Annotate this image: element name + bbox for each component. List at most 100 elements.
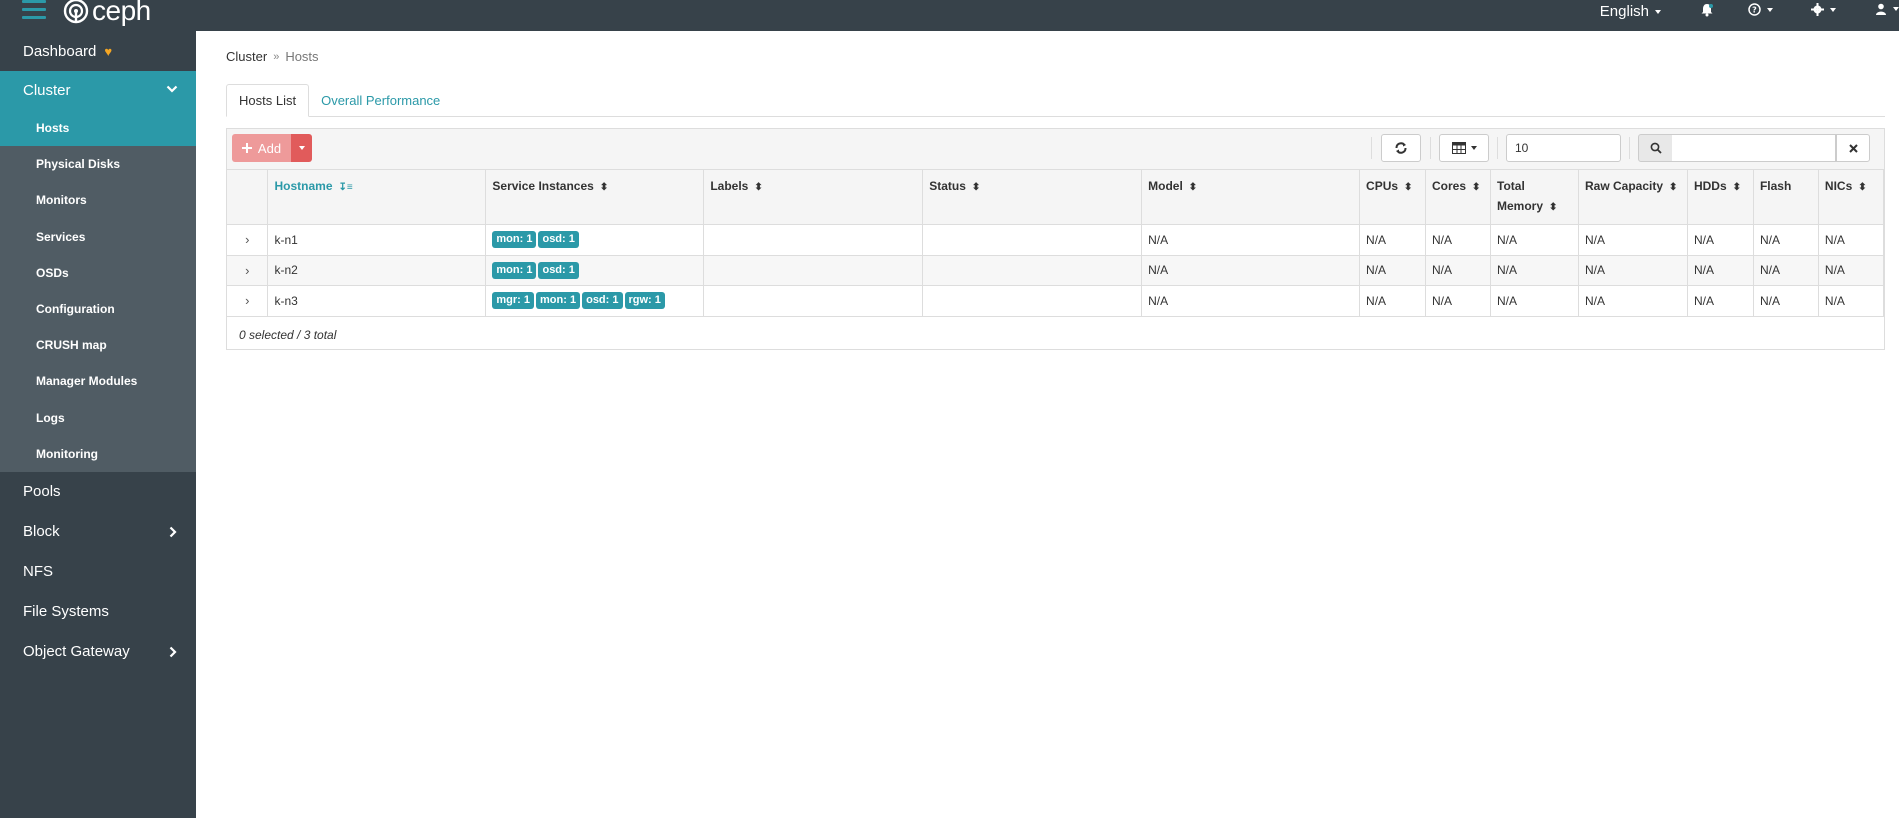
sidebar-item-hosts[interactable]: Hosts [0, 110, 196, 147]
hdds-cell: N/A [1687, 285, 1754, 317]
column-header-status[interactable]: Status ⬍ [922, 170, 1143, 225]
search-icon [1650, 142, 1662, 154]
service-badge: osd: 1 [538, 231, 579, 249]
heartbeat-icon: ♥ [104, 43, 113, 59]
sidebar-item-label: Pools [23, 483, 61, 501]
hostname-cell: k-n2 [267, 255, 487, 286]
column-header-total-memory[interactable]: Total Memory ⬍ [1490, 170, 1579, 225]
row-expand-toggle[interactable]: › [227, 255, 269, 286]
sidebar-item-pools[interactable]: Pools [0, 472, 196, 512]
service-instances-cell: mon: 1 osd: 1 [485, 224, 705, 256]
sidebar-item-configuration[interactable]: Configuration [0, 291, 196, 327]
refresh-icon [1395, 142, 1407, 154]
row-expand-toggle[interactable]: › [227, 285, 269, 317]
sidebar-item-label: NFS [23, 563, 53, 581]
page-limit-input[interactable] [1506, 134, 1621, 162]
column-header-label: Model [1148, 179, 1183, 193]
column-header-nics[interactable]: NICs ⬍ [1818, 170, 1885, 225]
column-header-model[interactable]: Model ⬍ [1141, 170, 1361, 225]
service-badge: mon: 1 [492, 261, 537, 279]
column-header-labels[interactable]: Labels ⬍ [703, 170, 924, 225]
user-icon [1876, 3, 1886, 15]
column-header-label: NICs [1824, 179, 1853, 193]
search-input[interactable] [1672, 134, 1836, 162]
tab-overall-performance[interactable]: Overall Performance [309, 84, 452, 117]
add-dropdown-toggle[interactable] [291, 134, 312, 162]
sidebar-item-logs[interactable]: Logs [0, 400, 196, 436]
language-label: English [1599, 3, 1649, 20]
column-header-label: Raw Capacity [1584, 179, 1664, 193]
breadcrumb-separator-icon: » [273, 50, 280, 63]
language-selector[interactable]: English [1600, 3, 1661, 20]
hdds-cell: N/A [1687, 255, 1754, 286]
notifications-button[interactable] [1700, 3, 1714, 17]
column-header-hdds[interactable]: HDDs ⬍ [1687, 170, 1754, 225]
breadcrumb-cluster[interactable]: Cluster [226, 49, 267, 64]
flash-cell: N/A [1753, 224, 1819, 256]
chevron-down-icon [1655, 9, 1661, 14]
sidebar-item-monitors[interactable]: Monitors [0, 182, 196, 218]
sidebar-item-osds[interactable]: OSDs [0, 255, 196, 291]
table-row[interactable]: › k-n1 mon: 1 osd: 1 N/A N/A N/A N/A N/A … [227, 224, 1885, 256]
sidebar-item-object-gateway[interactable]: Object Gateway [0, 632, 196, 672]
model-cell: N/A [1141, 255, 1361, 286]
bell-icon [1701, 4, 1713, 17]
total-memory-cell: N/A [1490, 224, 1579, 256]
refresh-button[interactable] [1381, 134, 1421, 162]
sidebar-item-block[interactable]: Block [0, 512, 196, 552]
column-header-label: Hostname [274, 179, 333, 193]
chevron-down-icon [298, 146, 305, 150]
model-cell: N/A [1141, 224, 1361, 256]
settings-menu[interactable] [1811, 3, 1836, 16]
add-button[interactable]: Add [232, 134, 291, 162]
status-cell [922, 255, 1143, 286]
sort-icon: ⬍ [1188, 182, 1198, 193]
table-columns-icon [1451, 142, 1466, 154]
sort-icon: ⬍ [1669, 182, 1678, 193]
status-cell [922, 285, 1143, 317]
plus-icon [241, 143, 252, 153]
sidebar-item-nfs[interactable]: NFS [0, 552, 196, 592]
column-header-cores[interactable]: Cores ⬍ [1425, 170, 1491, 225]
tab-hosts-list[interactable]: Hosts List [226, 84, 310, 117]
sidebar-item-monitoring[interactable]: Monitoring [0, 436, 196, 472]
column-header-raw-capacity[interactable]: Raw Capacity ⬍ [1578, 170, 1688, 225]
gear-icon [1811, 3, 1824, 16]
column-header-service-instances[interactable]: Service Instances ⬍ [485, 170, 705, 225]
chevron-down-icon [166, 85, 178, 93]
service-badge: mgr: 1 [492, 292, 535, 310]
sidebar-item-dashboard[interactable]: Dashboard ♥ [0, 31, 196, 71]
sidebar-item-physical-disks[interactable]: Physical Disks [0, 146, 196, 182]
clear-search-button[interactable] [1836, 134, 1870, 162]
table-toolbar: Add [227, 129, 1884, 170]
column-header-label: Memory [1497, 199, 1544, 213]
table-row[interactable]: › k-n3 mgr: 1 mon: 1 osd: 1 rgw: 1 N/A N/A … [227, 285, 1885, 317]
sidebar-item-cluster[interactable]: Cluster [0, 71, 196, 110]
breadcrumb: Cluster » Hosts [226, 49, 319, 64]
sidebar-item-label: Object Gateway [23, 643, 130, 661]
column-header-flash[interactable]: Flash [1753, 170, 1819, 225]
sidebar-item-file-systems[interactable]: File Systems [0, 592, 196, 632]
column-header-hostname[interactable]: Hostname ↧≡ [267, 170, 487, 225]
raw-capacity-cell: N/A [1578, 285, 1688, 317]
column-header-cpus[interactable]: CPUs ⬍ [1359, 170, 1427, 225]
column-header-label: HDDs [1693, 179, 1727, 193]
ceph-logo[interactable]: ceph [63, 0, 151, 26]
cpus-cell: N/A [1359, 255, 1427, 286]
sort-icon: ⬍ [1549, 202, 1558, 213]
help-menu[interactable]: ? [1748, 3, 1773, 16]
service-instances-cell: mon: 1 osd: 1 [485, 255, 705, 286]
expand-column-header [227, 170, 269, 225]
row-expand-toggle[interactable]: › [227, 224, 269, 256]
column-toggle-button[interactable] [1439, 134, 1489, 162]
sidebar-item-services[interactable]: Services [0, 219, 196, 255]
table-row[interactable]: › k-n2 mon: 1 osd: 1 N/A N/A N/A N/A N/A … [227, 255, 1885, 286]
hamburger-menu-icon[interactable] [22, 0, 46, 20]
service-badge: osd: 1 [582, 292, 623, 310]
hostname-cell: k-n3 [267, 285, 487, 317]
sidebar-item-crush-map[interactable]: CRUSH map [0, 327, 196, 363]
toolbar-divider [1430, 137, 1431, 159]
service-badge: mon: 1 [536, 292, 581, 310]
sidebar-item-manager-modules[interactable]: Manager Modules [0, 363, 196, 399]
user-menu[interactable] [1875, 3, 1899, 15]
